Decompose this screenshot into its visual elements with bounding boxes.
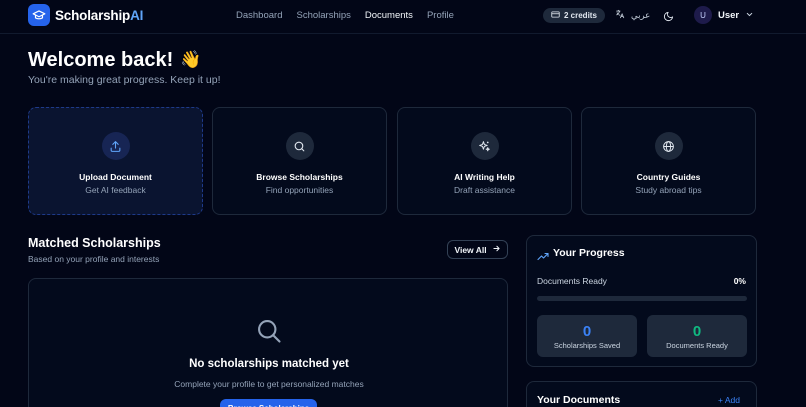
main-nav: Dashboard Scholarships Documents Profile — [236, 10, 468, 21]
language-toggle[interactable]: عربي — [615, 9, 650, 21]
card-title: AI Writing Help — [454, 172, 515, 182]
documents-ready-label: Documents Ready — [537, 276, 607, 286]
card-subtitle: Study abroad tips — [635, 185, 702, 195]
progress-title: Your Progress — [553, 247, 625, 259]
brand-logo[interactable]: ScholarshipAI — [28, 4, 143, 26]
waving-hand-icon: 👋 — [180, 50, 202, 69]
documents-ready-percent: 0% — [733, 276, 746, 286]
card-title: Browse Scholarships — [256, 172, 343, 182]
ai-writing-help-card[interactable]: AI Writing Help Draft assistance — [397, 107, 572, 215]
card-title: Country Guides — [636, 172, 701, 182]
progress-panel: Your Progress Documents Ready 0% 0 Schol… — [526, 235, 757, 367]
brand-name: ScholarshipAI — [55, 7, 144, 23]
nav-link-documents[interactable]: Documents — [365, 10, 413, 21]
moon-icon[interactable] — [663, 9, 674, 27]
chevron-down-icon — [745, 6, 754, 24]
sparkles-icon — [470, 132, 499, 160]
trending-up-icon — [537, 248, 549, 266]
credits-count: 2 credits — [564, 11, 597, 20]
nav-link-dashboard[interactable]: Dashboard — [236, 10, 282, 21]
nav-link-scholarships[interactable]: Scholarships — [296, 10, 350, 21]
view-all-label: View All — [454, 244, 487, 255]
browse-scholarships-card[interactable]: Browse Scholarships Find opportunities — [212, 107, 387, 215]
stat-value: 0 — [582, 323, 592, 340]
empty-state-subtitle: Complete your profile to get personalize… — [174, 379, 364, 389]
user-name: User — [718, 9, 740, 21]
arrow-right-icon — [492, 244, 501, 255]
documents-title: Your Documents — [537, 394, 621, 406]
nav-link-profile[interactable]: Profile — [427, 10, 454, 21]
language-label: عربي — [631, 9, 651, 20]
scholarships-saved-stat: 0 Scholarships Saved — [537, 315, 637, 357]
card-title: Upload Document — [79, 172, 152, 182]
view-all-button[interactable]: View All — [447, 240, 508, 259]
stat-label: Documents Ready — [666, 341, 728, 350]
graduation-cap-icon — [28, 4, 50, 26]
add-document-button[interactable]: + Add — [718, 395, 740, 405]
browse-scholarships-button[interactable]: Browse Scholarships — [220, 399, 317, 407]
top-navbar: ScholarshipAI Dashboard Scholarships Doc… — [0, 0, 806, 34]
search-icon — [285, 132, 314, 160]
search-icon — [255, 317, 283, 350]
empty-state-title: No scholarships matched yet — [189, 358, 349, 370]
page-subtitle: You're making great progress. Keep it up… — [28, 74, 221, 86]
matched-scholarships-title: Matched Scholarships — [28, 236, 161, 250]
credit-card-icon — [551, 10, 560, 21]
stat-value: 0 — [692, 323, 702, 340]
credits-badge[interactable]: 2 credits — [543, 8, 605, 23]
stat-label: Scholarships Saved — [553, 341, 621, 350]
matched-scholarships-subtitle: Based on your profile and interests — [28, 254, 160, 264]
user-menu[interactable]: U User — [694, 6, 754, 24]
globe-icon — [654, 132, 683, 160]
avatar: U — [694, 6, 712, 24]
card-subtitle: Find opportunities — [265, 185, 334, 195]
matched-scholarships-panel: No scholarships matched yet Complete you… — [28, 278, 508, 407]
documents-panel: Your Documents + Add — [526, 381, 757, 407]
card-subtitle: Get AI feedback — [85, 185, 146, 195]
country-guides-card[interactable]: Country Guides Study abroad tips — [581, 107, 756, 215]
card-subtitle: Draft assistance — [454, 185, 515, 195]
translate-icon — [615, 9, 625, 21]
upload-icon — [101, 132, 130, 160]
documents-progress-bar — [537, 296, 747, 301]
upload-document-card[interactable]: Upload Document Get AI feedback — [28, 107, 203, 215]
page-title: Welcome back! — [28, 49, 174, 71]
documents-ready-stat: 0 Documents Ready — [647, 315, 747, 357]
